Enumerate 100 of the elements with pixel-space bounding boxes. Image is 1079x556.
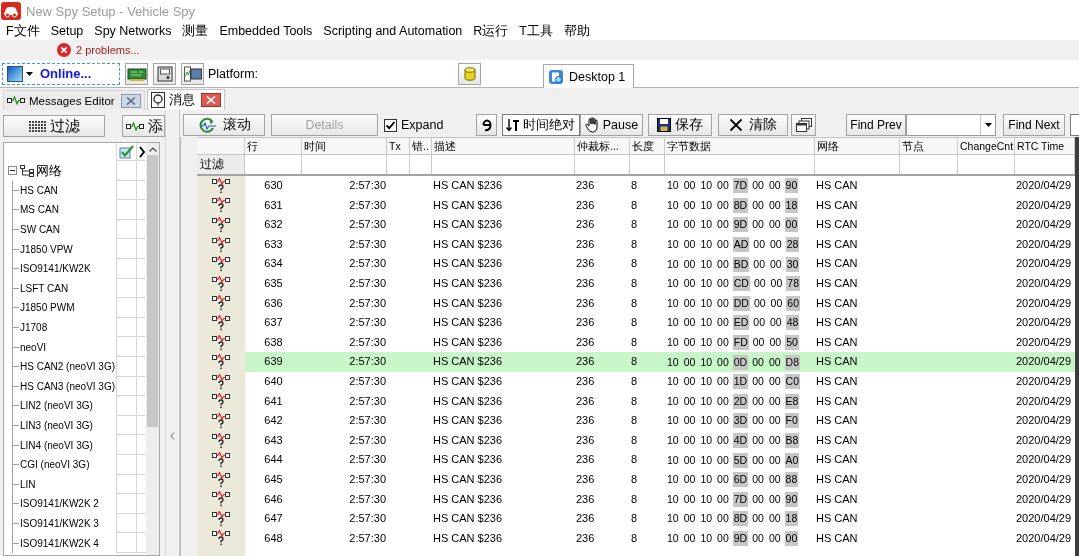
grid-cell[interactable] [116, 258, 136, 279]
table-row[interactable]: 641 2:57:30 HS CAN $236 236 8 10 00 10 00 2D 00 00 E8 HS CAN 2020/04/29 [197, 391, 1075, 412]
scrollbar[interactable] [146, 143, 159, 555]
scrollbar-thumb[interactable] [147, 155, 158, 427]
table-row[interactable]: 632 2:57:30 HS CAN $236 236 8 10 00 10 00 9D 00 00 00 HS CAN 2020/04/29 [197, 215, 1075, 235]
tree-item[interactable]: LSFT CAN [20, 282, 69, 294]
grid-cell[interactable] [116, 219, 136, 240]
grid-cell[interactable] [116, 180, 136, 201]
tab[interactable]: 消息 [146, 89, 225, 110]
grid-cell[interactable] [116, 356, 136, 377]
column-header[interactable]: Tx [387, 138, 410, 154]
grid-cell[interactable] [116, 239, 136, 259]
tree-item[interactable]: ISO9141/KW2K 4 [20, 537, 99, 549]
column-header[interactable]: RTC Time [1015, 138, 1075, 154]
text-field[interactable] [1070, 114, 1079, 136]
tree-item[interactable]: ISO9141/KW2K 2 [20, 498, 99, 510]
menu-item[interactable]: Spy Networks [90, 23, 176, 39]
connection-dropdown[interactable]: Online... [2, 62, 120, 85]
menu-item[interactable]: R运行 [469, 23, 513, 39]
grid-cell[interactable] [116, 278, 136, 299]
tab[interactable]: Messages Editor [3, 90, 145, 110]
find-prev-button[interactable]: Find Prev [846, 114, 906, 136]
tree-item[interactable]: ISO9141/KW2K [20, 263, 91, 275]
scroll-button[interactable]: 滚动 [183, 114, 265, 136]
checkbox-label[interactable]: Expand [401, 118, 444, 132]
table-row[interactable]: 637 2:57:30 HS CAN $236 236 8 10 00 10 00 ED 00 00 48 HS CAN 2020/04/29 [197, 313, 1075, 333]
checkbox[interactable] [384, 118, 397, 132]
tree-item[interactable]: MS CAN [20, 204, 59, 216]
grid-cell[interactable] [116, 200, 136, 220]
hardware-button[interactable] [125, 62, 148, 85]
tree-item[interactable]: J1850 PWM [20, 302, 75, 314]
table-row[interactable]: 636 2:57:30 HS CAN $236 236 8 10 00 10 00 DD 00 00 60 HS CAN 2020/04/29 [197, 293, 1075, 314]
find-dropdown[interactable] [906, 114, 996, 136]
menu-item[interactable]: Embedded Tools [215, 23, 317, 39]
grid-cell[interactable] [116, 435, 136, 455]
swirl-button[interactable] [476, 114, 497, 136]
grid-cell[interactable] [116, 533, 136, 553]
cylinder-button[interactable] [458, 62, 481, 85]
pause-button[interactable]: Pause [580, 114, 643, 136]
tree-item[interactable]: LIN [20, 478, 36, 490]
tree-item[interactable]: HS CAN2 (neoVI 3G) [20, 361, 116, 373]
table-row[interactable]: 644 2:57:30 HS CAN $236 236 8 10 00 10 00 5D 00 00 A0 HS CAN 2020/04/29 [197, 450, 1075, 470]
tree-item[interactable]: HS CAN [20, 184, 58, 196]
table-row[interactable]: 634 2:57:30 HS CAN $236 236 8 10 00 10 00 BD 00 00 30 HS CAN 2020/04/29 [197, 254, 1075, 274]
menu-item[interactable]: T工具 [515, 23, 557, 39]
close-button[interactable] [200, 93, 221, 107]
filter-button[interactable]: 过滤 [3, 115, 105, 137]
column-header[interactable]: 网络 [815, 138, 900, 154]
tree-item[interactable]: LIN3 (neoVI 3G) [20, 420, 93, 431]
column-header[interactable]: ChangeCnt [958, 138, 1015, 154]
grid-cell[interactable] [116, 298, 136, 318]
tree-item[interactable]: 网络 [36, 161, 62, 180]
column-header[interactable]: 描述 [432, 138, 575, 154]
grid-cell[interactable] [116, 317, 136, 338]
table-row[interactable]: 648 2:57:30 HS CAN $236 236 8 10 00 10 00 9D 00 00 00 HS CAN 2020/04/29 [197, 528, 1075, 549]
windows-button[interactable] [791, 114, 816, 136]
grid-cell[interactable] [116, 376, 136, 397]
tree-item[interactable]: J1708 [20, 322, 48, 334]
table-row[interactable]: 631 2:57:30 HS CAN $236 236 8 10 00 10 00 8D 00 00 18 HS CAN 2020/04/29 [197, 195, 1075, 216]
tree-item[interactable]: LIN2 (neoVI 3G) [20, 400, 93, 412]
grid-cell[interactable] [116, 474, 136, 495]
grid-cell[interactable] [116, 337, 136, 357]
column-header[interactable]: 长度 [630, 138, 665, 154]
tree-item[interactable]: HS CAN3 (neoVI 3G) [20, 380, 116, 392]
table-row[interactable]: 642 2:57:30 HS CAN $236 236 8 10 00 10 00 3D 00 00 F0 HS CAN 2020/04/29 [197, 411, 1075, 431]
tree-item[interactable]: neoVI [20, 341, 47, 353]
grid-cell[interactable] [116, 513, 136, 534]
drive-button[interactable] [153, 62, 176, 85]
grid-cell[interactable] [116, 454, 136, 475]
column-header[interactable]: 节点 [900, 138, 958, 154]
find-next-button[interactable]: Find Next [1003, 114, 1065, 136]
table-row[interactable]: 640 2:57:30 HS CAN $236 236 8 10 00 10 00 1D 00 00 C0 HS CAN 2020/04/29 [197, 371, 1075, 392]
grid-cell[interactable] [116, 396, 136, 416]
table-row[interactable]: 645 2:57:30 HS CAN $236 236 8 10 00 10 00 6D 00 00 88 HS CAN 2020/04/29 [197, 469, 1075, 490]
chart-window-button[interactable] [181, 62, 204, 85]
grid-cell[interactable] [116, 161, 136, 181]
menu-item[interactable]: 帮助 [559, 23, 594, 39]
problems-link[interactable]: 2 problems... [76, 44, 140, 56]
menu-item[interactable]: Scripting and Automation [319, 23, 467, 39]
table-row[interactable]: 635 2:57:30 HS CAN $236 236 8 10 00 10 00 CD 00 00 78 HS CAN 2020/04/29 [197, 273, 1075, 294]
tree-item[interactable]: SW CAN [20, 224, 60, 236]
tree-item[interactable]: ISO9141/KW2K 3 [20, 518, 99, 529]
grid-cell[interactable] [116, 494, 136, 514]
tree-item[interactable]: J1850 VPW [20, 243, 73, 255]
table-row[interactable]: 638 2:57:30 HS CAN $236 236 8 10 00 10 00 FD 00 00 50 HS CAN 2020/04/29 [197, 332, 1075, 353]
table-row[interactable]: 633 2:57:30 HS CAN $236 236 8 10 00 10 00 AD 00 00 28 HS CAN 2020/04/29 [197, 234, 1075, 255]
grid-cell[interactable] [116, 415, 136, 436]
column-header[interactable]: 错.. [410, 138, 432, 154]
menu-item[interactable]: Setup [46, 23, 88, 39]
tab[interactable]: Desktop 1 [543, 64, 635, 88]
table-row[interactable]: 630 2:57:30 HS CAN $236 236 8 10 00 10 00 7D 00 00 90 HS CAN 2020/04/29 [197, 176, 1075, 196]
add-button[interactable]: 添 [122, 115, 165, 137]
time-mode-dropdown[interactable]: 时间绝对 [502, 114, 580, 136]
table-row[interactable]: 647 2:57:30 HS CAN $236 236 8 10 00 10 00 8D 00 00 18 HS CAN 2020/04/29 [197, 509, 1075, 529]
menu-item[interactable]: F文件 [2, 23, 44, 39]
column-header[interactable]: 仲裁标... [575, 138, 630, 154]
column-header[interactable]: 时间 [302, 138, 387, 154]
menu-item[interactable]: 测量 [178, 23, 213, 39]
tree-item[interactable]: CGI (neoVI 3G) [20, 459, 90, 471]
tree-item[interactable]: LIN4 (neoVI 3G) [20, 439, 93, 451]
